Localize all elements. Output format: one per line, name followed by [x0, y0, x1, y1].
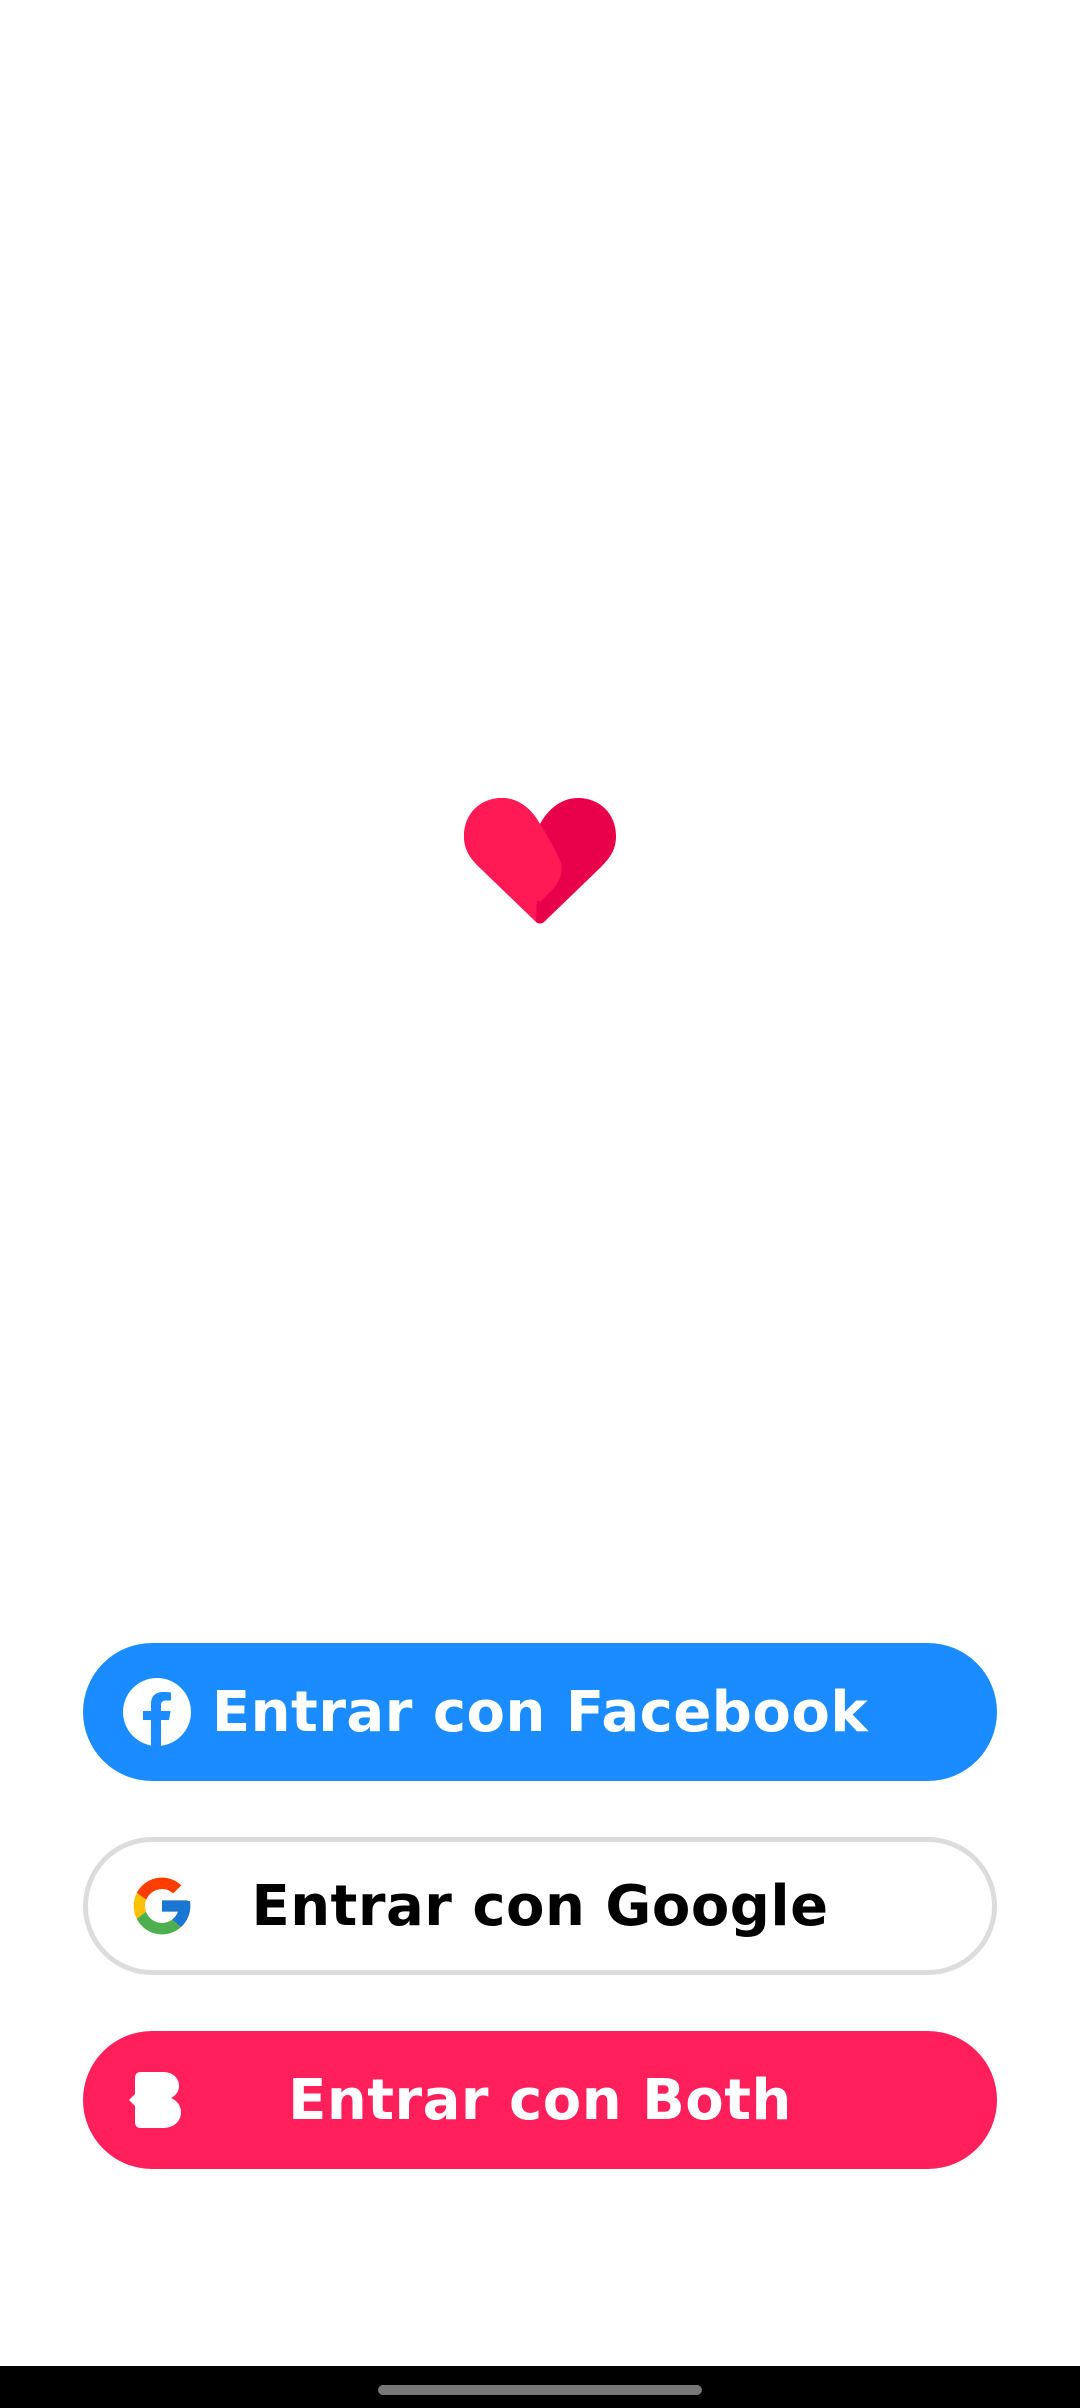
heart-logo-icon: [460, 788, 620, 924]
both-login-button[interactable]: Entrar con Both: [83, 2031, 997, 2169]
home-gesture-handle[interactable]: [378, 2385, 702, 2395]
login-screen: Entrar con Facebook Entrar con Google En…: [0, 0, 1080, 2408]
google-icon: [128, 1872, 196, 1940]
google-login-label: Entrar con Google: [251, 1873, 829, 1939]
system-navigation-bar: [0, 2366, 1080, 2408]
both-logo-icon: [123, 2066, 191, 2134]
both-login-label: Entrar con Both: [288, 2067, 792, 2133]
google-login-button[interactable]: Entrar con Google: [83, 1837, 997, 1975]
facebook-login-button[interactable]: Entrar con Facebook: [83, 1643, 997, 1781]
facebook-login-label: Entrar con Facebook: [211, 1679, 869, 1745]
facebook-icon: [123, 1678, 191, 1746]
